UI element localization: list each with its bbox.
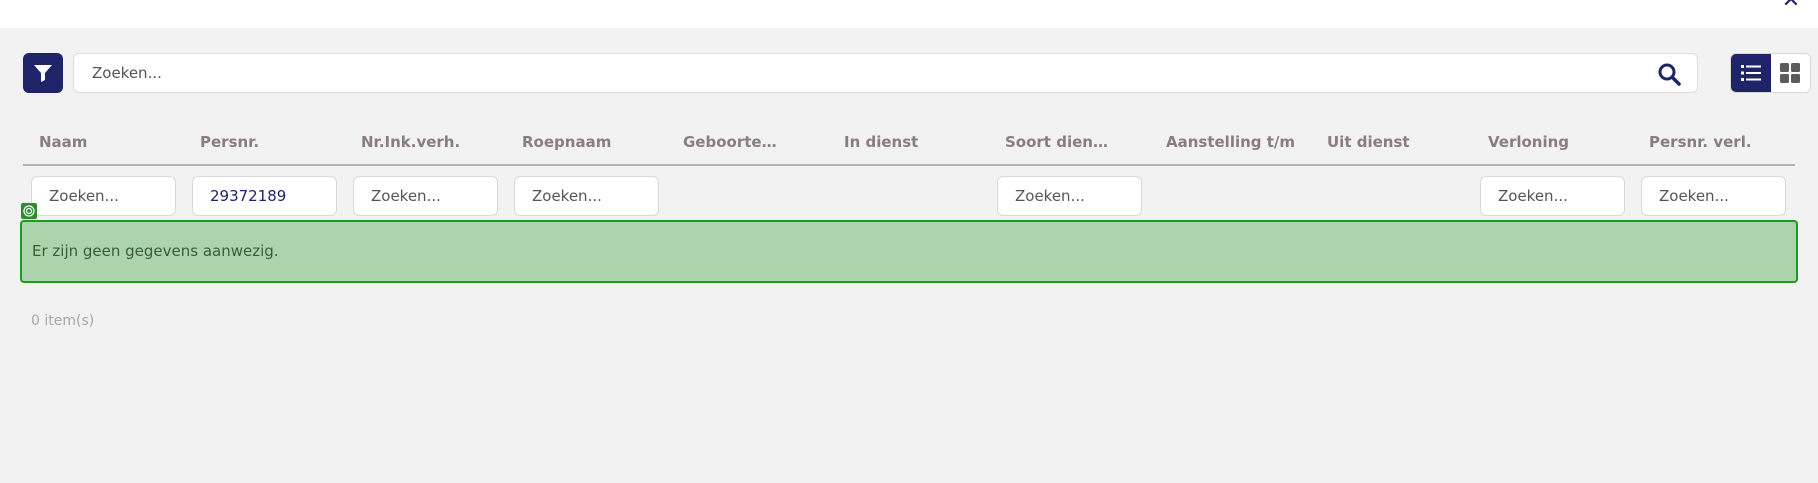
column-header-naam[interactable]: Naam: [39, 121, 179, 164]
filter-input-verloning[interactable]: [1480, 176, 1625, 216]
filter-funnel-icon: [34, 65, 52, 82]
filter-button[interactable]: [23, 53, 63, 93]
filter-input-persnr-verl[interactable]: [1641, 176, 1786, 216]
column-header-in-dienst[interactable]: In dienst: [844, 121, 984, 164]
target-marker-icon: [21, 203, 37, 219]
view-toggle: [1730, 53, 1811, 93]
grid-view-button[interactable]: [1770, 54, 1810, 92]
item-count: 0 item(s): [31, 313, 95, 329]
column-header-nr-ink-verh[interactable]: Nr.Ink.verh.: [361, 121, 501, 164]
filter-input-persnr[interactable]: [192, 176, 337, 216]
column-header-aanstelling[interactable]: Aanstelling t/m: [1166, 121, 1306, 164]
column-header-uit-dienst[interactable]: Uit dienst: [1327, 121, 1467, 164]
empty-state-message: Er zijn geen gegevens aanwezig.: [20, 220, 1798, 283]
column-header-geboortedatum[interactable]: Geboortedatum: [683, 121, 787, 164]
search-input[interactable]: [92, 54, 1632, 92]
search-icon[interactable]: [1657, 62, 1681, 86]
dialog-top-bar: [0, 0, 1818, 28]
column-header-persnr[interactable]: Persnr.: [200, 121, 340, 164]
table-header: Naam Persnr. Nr.Ink.verh. Roepnaam Geboo…: [23, 121, 1795, 166]
filter-input-naam[interactable]: [31, 176, 176, 216]
filter-input-soort-dienstverband[interactable]: [997, 176, 1142, 216]
column-header-verloning[interactable]: Verloning: [1488, 121, 1628, 164]
filter-input-nr-ink-verh[interactable]: [353, 176, 498, 216]
column-header-persnr-verl[interactable]: Persnr. verl.: [1649, 121, 1789, 164]
list-view-icon: [1740, 65, 1761, 81]
target-icon: [23, 205, 35, 217]
column-header-roepnaam[interactable]: Roepnaam: [522, 121, 662, 164]
grid-view-icon: [1780, 63, 1801, 83]
employee-search-panel: Naam Persnr. Nr.Ink.verh. Roepnaam Geboo…: [0, 28, 1818, 483]
list-view-button[interactable]: [1731, 54, 1771, 92]
filter-input-roepnaam[interactable]: [514, 176, 659, 216]
close-icon[interactable]: ✕: [1780, 0, 1802, 12]
column-header-soort-dienstverband[interactable]: Soort dienstverband: [1005, 121, 1113, 164]
search-bar: [73, 53, 1698, 93]
